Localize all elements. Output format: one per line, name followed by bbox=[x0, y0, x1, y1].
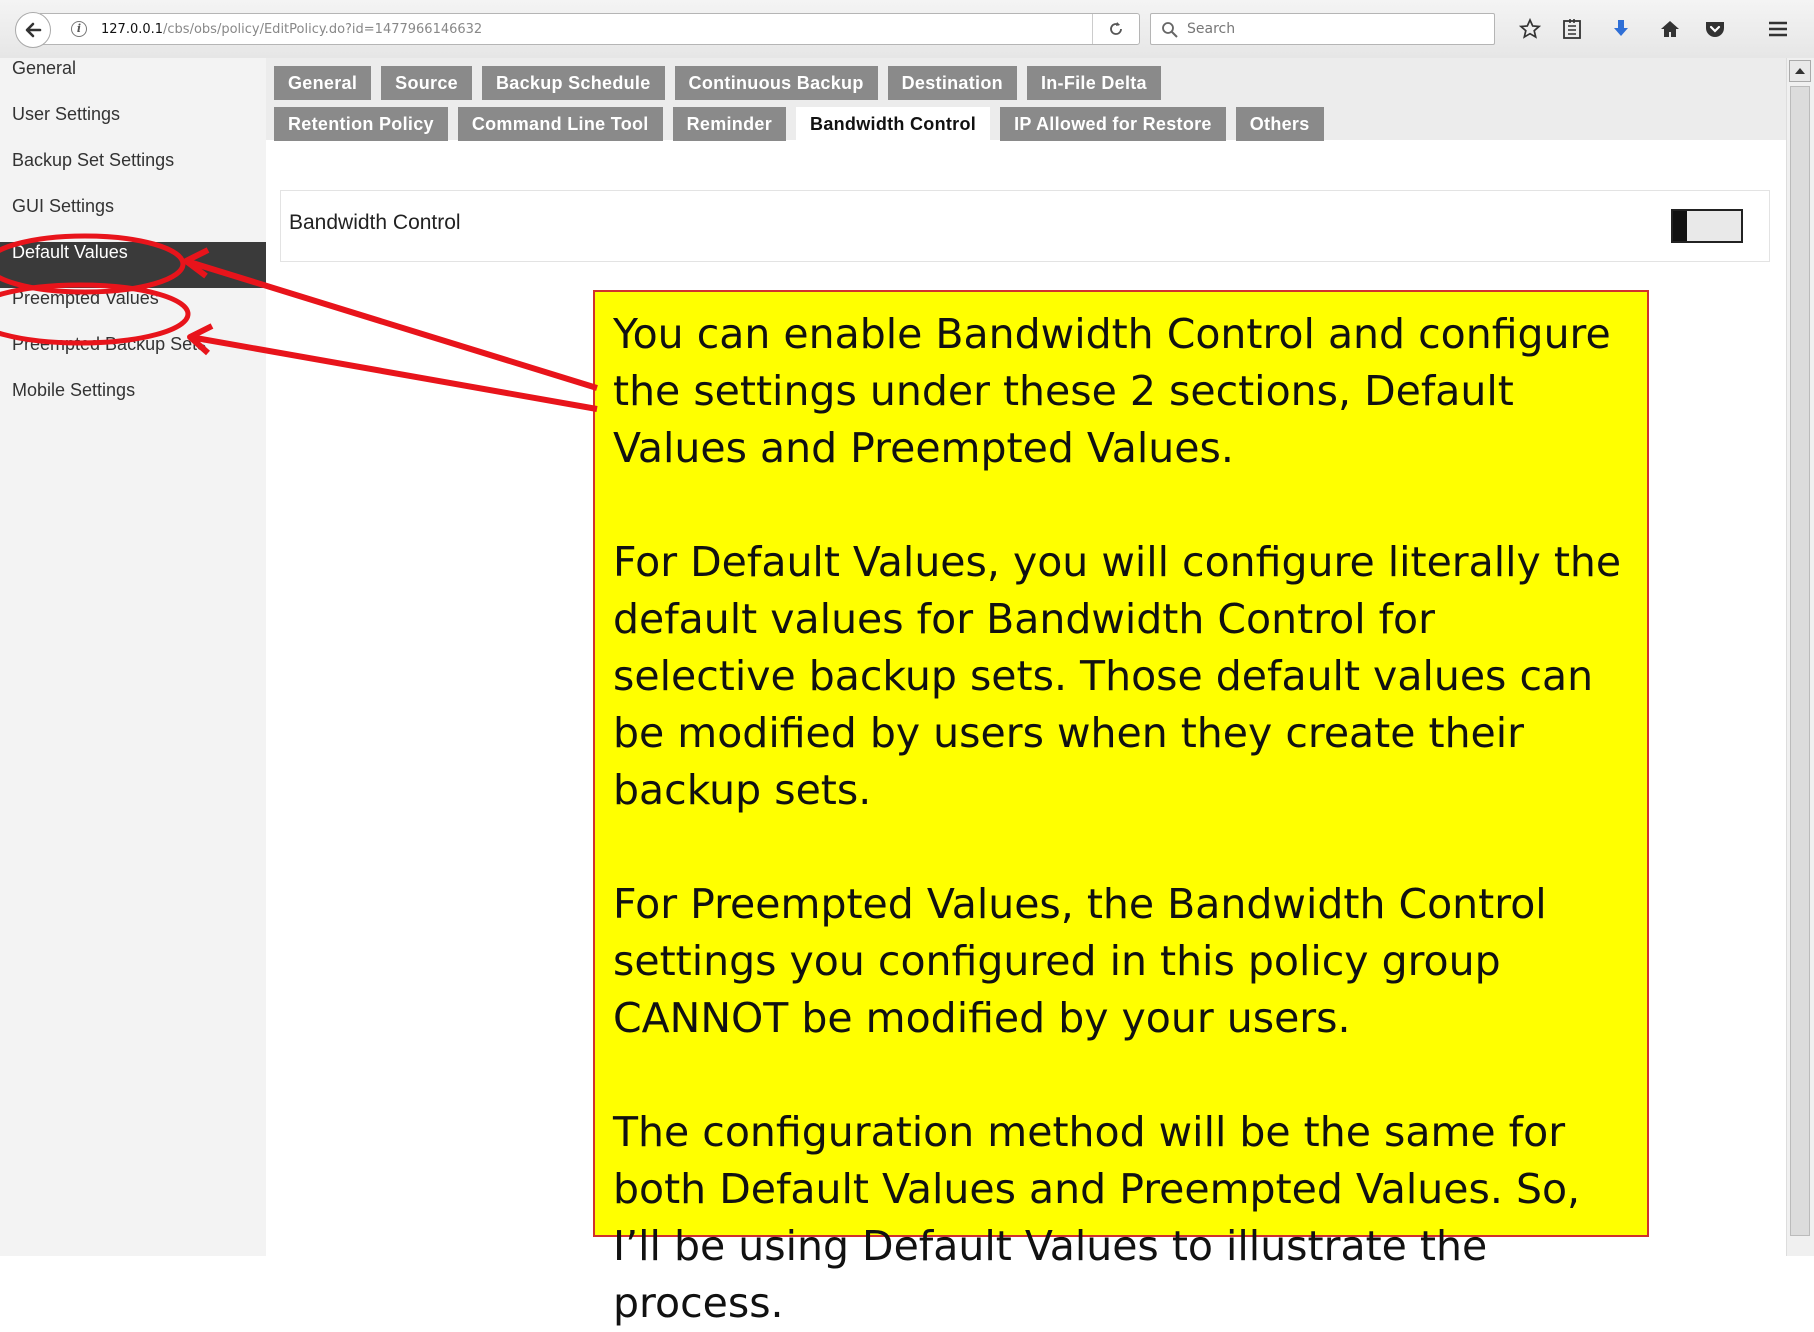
sidebar: General User Settings Backup Set Setting… bbox=[0, 58, 266, 1256]
search-input[interactable]: Search bbox=[1150, 13, 1495, 45]
callout-paragraph-2: For Default Values, you will configure l… bbox=[613, 538, 1622, 814]
tab-bandwidth-control[interactable]: Bandwidth Control bbox=[796, 107, 991, 147]
browser-toolbar: i 127.0.0.1/cbs/obs/policy/EditPolicy.do… bbox=[0, 0, 1814, 59]
download-icon[interactable] bbox=[1609, 17, 1633, 41]
callout-paragraph-1: You can enable Bandwidth Control and con… bbox=[613, 310, 1611, 472]
menu-icon[interactable] bbox=[1766, 17, 1790, 41]
tab-ip-allowed-for-restore[interactable]: IP Allowed for Restore bbox=[1000, 107, 1226, 141]
info-icon[interactable]: i bbox=[71, 21, 87, 37]
callout-paragraph-4: The configuration method will be the sam… bbox=[613, 1108, 1581, 1327]
sidebar-item-preempted-backup-sets[interactable]: Preempted Backup Sets bbox=[0, 334, 266, 380]
tab-bar: General Source Backup Schedule Continuou… bbox=[266, 58, 1786, 147]
sidebar-item-preempted-values[interactable]: Preempted Values bbox=[0, 288, 266, 334]
back-button[interactable] bbox=[15, 12, 51, 48]
tab-command-line-tool[interactable]: Command Line Tool bbox=[457, 107, 663, 141]
url-text[interactable]: 127.0.0.1/cbs/obs/policy/EditPolicy.do?i… bbox=[101, 22, 482, 37]
tab-destination[interactable]: Destination bbox=[887, 66, 1017, 100]
tab-reminder[interactable]: Reminder bbox=[672, 107, 787, 141]
sidebar-item-backup-set-settings[interactable]: Backup Set Settings bbox=[0, 150, 266, 196]
sidebar-item-default-values[interactable]: Default Values bbox=[0, 242, 266, 288]
tab-in-file-delta[interactable]: In-File Delta bbox=[1026, 66, 1161, 100]
sidebar-item-mobile-settings[interactable]: Mobile Settings bbox=[0, 380, 266, 426]
bandwidth-control-toggle[interactable] bbox=[1671, 209, 1743, 243]
tab-row-2: Retention Policy Command Line Tool Remin… bbox=[274, 107, 1334, 147]
sidebar-item-user-settings[interactable]: User Settings bbox=[0, 104, 266, 150]
tab-row-1: General Source Backup Schedule Continuou… bbox=[274, 66, 1171, 100]
instruction-callout: You can enable Bandwidth Control and con… bbox=[593, 290, 1649, 1327]
toggle-knob bbox=[1673, 211, 1687, 241]
home-icon[interactable] bbox=[1658, 17, 1682, 41]
callout-paragraph-3: For Preempted Values, the Bandwidth Cont… bbox=[613, 880, 1547, 1042]
search-icon bbox=[1162, 22, 1178, 38]
address-bar[interactable]: i 127.0.0.1/cbs/obs/policy/EditPolicy.do… bbox=[40, 13, 1140, 45]
reload-icon[interactable] bbox=[1092, 14, 1139, 44]
bandwidth-control-section: Bandwidth Control bbox=[280, 190, 1770, 262]
tab-others[interactable]: Others bbox=[1235, 107, 1324, 141]
pocket-icon[interactable] bbox=[1703, 17, 1727, 41]
tab-continuous-backup[interactable]: Continuous Backup bbox=[674, 66, 878, 100]
bookmark-star-icon[interactable] bbox=[1518, 17, 1542, 41]
reading-list-icon[interactable] bbox=[1560, 17, 1584, 41]
section-title: Bandwidth Control bbox=[289, 211, 461, 234]
scrollbar-thumb[interactable] bbox=[1790, 86, 1810, 1236]
url-host: 127.0.0.1 bbox=[101, 22, 164, 37]
tab-general[interactable]: General bbox=[274, 66, 372, 100]
back-arrow-icon bbox=[25, 22, 42, 38]
tab-source[interactable]: Source bbox=[381, 66, 472, 100]
sidebar-item-general[interactable]: General bbox=[0, 58, 266, 104]
search-placeholder: Search bbox=[1187, 21, 1236, 37]
url-path: /cbs/obs/policy/EditPolicy.do?id=1477966… bbox=[163, 22, 483, 37]
sidebar-item-gui-settings[interactable]: GUI Settings bbox=[0, 196, 266, 242]
tab-retention-policy[interactable]: Retention Policy bbox=[274, 107, 448, 141]
tab-backup-schedule[interactable]: Backup Schedule bbox=[481, 66, 665, 100]
scroll-up-button[interactable] bbox=[1789, 60, 1811, 82]
